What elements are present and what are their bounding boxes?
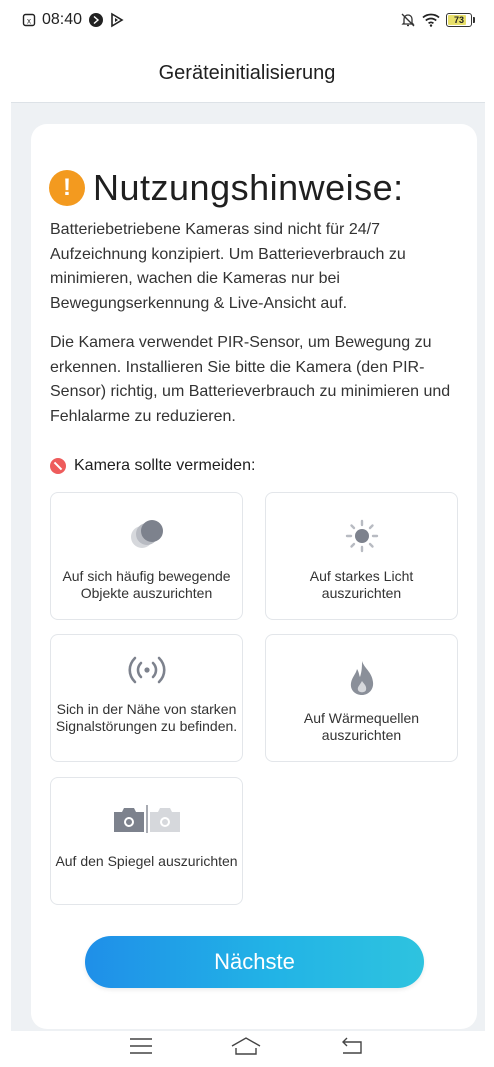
battery-level: 73 (453, 15, 464, 25)
status-time: 08:40 (42, 11, 83, 28)
avoid-item-label: Auf sich häufig bewegende Objekte auszur… (62, 568, 231, 601)
status-bar: x 08:40 73 (0, 0, 494, 40)
notice-paragraph-2: Die Kamera verwendet PIR-Sensor, um Bewe… (50, 334, 451, 425)
wifi-icon (422, 13, 440, 27)
next-button[interactable]: Nächste (85, 936, 424, 988)
avoid-item-label: Auf den Spiegel auszurichten (55, 853, 238, 869)
svg-text:x: x (27, 17, 31, 26)
avoid-item-mirror: Auf den Spiegel auszurichten (50, 777, 243, 905)
alarm-icon (88, 12, 104, 28)
back-icon[interactable] (339, 1037, 365, 1060)
notice-title: Nutzungshinweise: (93, 167, 404, 208)
avoid-item-moving-objects: Auf sich häufig bewegende Objekte auszur… (50, 492, 243, 620)
avoid-item-signal-interference: Sich in der Nähe von starken Signalstöru… (50, 634, 243, 762)
page-title: Geräteinitialisierung (158, 61, 336, 84)
flame-icon (266, 659, 457, 697)
battery-icon: 73 (446, 13, 475, 27)
avoid-item-heat-source: Auf Wärmequellen auszurichten (265, 634, 458, 762)
home-icon[interactable] (230, 1036, 262, 1061)
avoid-heading-row: Kamera sollte vermeiden: (50, 455, 255, 477)
system-nav-bar (0, 1030, 494, 1067)
avoid-item-strong-light: Auf starkes Licht auszurichten (265, 492, 458, 620)
mirror-camera-icon (51, 804, 242, 834)
status-bar-right: 73 (400, 12, 475, 28)
status-bar-left: x 08:40 (22, 11, 124, 29)
avoid-item-label: Auf starkes Licht auszurichten (309, 568, 414, 601)
avoid-heading: Kamera sollte vermeiden: (74, 457, 256, 474)
sun-icon (266, 519, 457, 553)
signal-icon (51, 655, 242, 685)
menu-icon[interactable] (129, 1037, 153, 1060)
notice-paragraph-1: Batteriebetriebene Kameras sind nicht fü… (50, 221, 406, 312)
warning-icon: ! (49, 170, 85, 206)
avoid-item-label: Sich in der Nähe von starken Signalstöru… (55, 701, 238, 734)
avoid-item-label: Auf Wärmequellen auszurichten (303, 710, 420, 743)
sim-icon: x (22, 13, 36, 27)
play-icon (110, 12, 124, 28)
moving-objects-icon (51, 519, 242, 551)
prohibited-icon (50, 458, 66, 474)
silent-icon (400, 12, 416, 28)
notice-title-row: ! Nutzungshinweise: (49, 166, 469, 210)
